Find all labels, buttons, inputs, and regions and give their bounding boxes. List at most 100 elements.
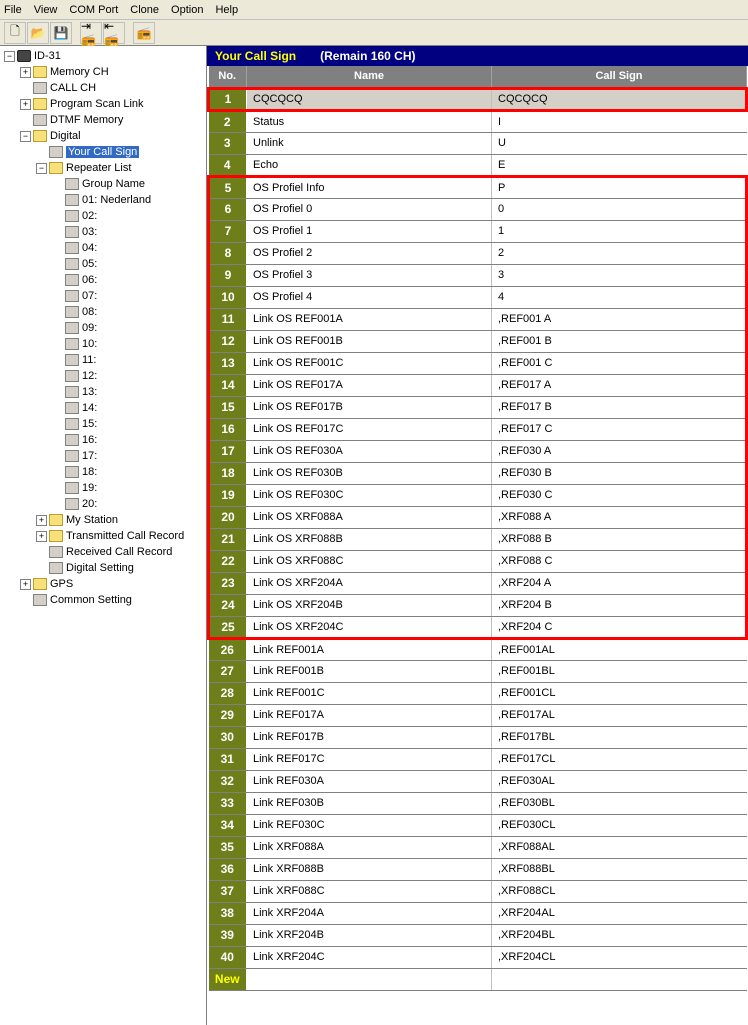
row-name[interactable]: Link REF030B [247, 792, 492, 814]
row-name[interactable]: Link REF001B [247, 660, 492, 682]
row-callsign[interactable]: ,REF017BL [492, 726, 747, 748]
row-callsign[interactable]: ,XRF204BL [492, 924, 747, 946]
row-name[interactable]: Link OS REF030B [247, 462, 492, 484]
table-row[interactable]: 15Link OS REF017B,REF017 B [209, 396, 747, 418]
row-callsign[interactable]: 1 [492, 220, 747, 242]
expander-icon[interactable]: + [36, 531, 47, 542]
table-row[interactable]: 21Link OS XRF088B,XRF088 B [209, 528, 747, 550]
row-callsign[interactable]: I [492, 110, 747, 132]
row-name[interactable]: Link XRF204C [247, 946, 492, 968]
table-row[interactable]: 8OS Profiel 22 [209, 242, 747, 264]
row-callsign[interactable]: ,REF001AL [492, 638, 747, 660]
row-callsign[interactable]: ,REF017CL [492, 748, 747, 770]
table-row[interactable]: 34Link REF030C,REF030CL [209, 814, 747, 836]
row-callsign[interactable]: ,XRF088 A [492, 506, 747, 528]
tree-item[interactable]: 12: [2, 368, 204, 384]
row-callsign[interactable]: ,XRF088 C [492, 550, 747, 572]
table-row[interactable]: 2StatusI [209, 110, 747, 132]
row-callsign[interactable]: ,REF001 B [492, 330, 747, 352]
table-row[interactable]: 40Link XRF204C,XRF204CL [209, 946, 747, 968]
tree-item[interactable]: +Transmitted Call Record [2, 528, 204, 544]
tree-item[interactable]: Common Setting [2, 592, 204, 608]
row-name[interactable]: Link XRF204A [247, 902, 492, 924]
row-callsign[interactable]: ,XRF204CL [492, 946, 747, 968]
menu-view[interactable]: View [34, 4, 58, 16]
tree-item[interactable]: −Repeater List [2, 160, 204, 176]
table-row[interactable]: 37Link XRF088C,XRF088CL [209, 880, 747, 902]
tree-item[interactable]: 08: [2, 304, 204, 320]
row-name[interactable]: CQCQCQ [247, 88, 492, 110]
row-name[interactable]: Link OS REF001C [247, 352, 492, 374]
row-callsign[interactable]: ,XRF088 B [492, 528, 747, 550]
table-row[interactable]: 10OS Profiel 44 [209, 286, 747, 308]
row-callsign[interactable]: ,XRF088CL [492, 880, 747, 902]
tree-item[interactable]: Your Call Sign [2, 144, 204, 160]
table-row[interactable]: 27Link REF001B,REF001BL [209, 660, 747, 682]
row-name[interactable]: Link OS REF017C [247, 418, 492, 440]
save-icon[interactable]: 💾 [50, 22, 72, 44]
row-name[interactable]: OS Profiel 1 [247, 220, 492, 242]
table-row[interactable]: 5OS Profiel InfoP [209, 176, 747, 198]
tree-item[interactable]: 19: [2, 480, 204, 496]
expander-icon[interactable]: + [36, 515, 47, 526]
table-row[interactable]: 19Link OS REF030C,REF030 C [209, 484, 747, 506]
row-name[interactable]: Echo [247, 154, 492, 176]
table-row[interactable]: 30Link REF017B,REF017BL [209, 726, 747, 748]
menu-com-port[interactable]: COM Port [69, 4, 118, 16]
row-name[interactable]: OS Profiel 0 [247, 198, 492, 220]
tree-item[interactable]: 05: [2, 256, 204, 272]
tree-item[interactable]: Group Name [2, 176, 204, 192]
expander-icon[interactable]: − [4, 51, 15, 62]
row-callsign[interactable]: ,XRF204 A [492, 572, 747, 594]
row-name[interactable]: Link OS XRF204B [247, 594, 492, 616]
expander-icon[interactable]: + [20, 579, 31, 590]
table-row[interactable]: 32Link REF030A,REF030AL [209, 770, 747, 792]
col-no[interactable]: No. [209, 66, 247, 88]
col-callsign[interactable]: Call Sign [492, 66, 747, 88]
table-row[interactable]: 7OS Profiel 11 [209, 220, 747, 242]
row-name[interactable]: Link OS XRF088A [247, 506, 492, 528]
row-name[interactable]: Unlink [247, 132, 492, 154]
table-row[interactable]: 24Link OS XRF204B,XRF204 B [209, 594, 747, 616]
open-icon[interactable]: 📂 [27, 22, 49, 44]
row-name[interactable]: Link XRF088C [247, 880, 492, 902]
row-name[interactable]: OS Profiel 2 [247, 242, 492, 264]
tree-item[interactable]: 07: [2, 288, 204, 304]
tree-item[interactable]: Digital Setting [2, 560, 204, 576]
tree-item[interactable]: DTMF Memory [2, 112, 204, 128]
row-name[interactable]: Link OS REF030C [247, 484, 492, 506]
row-callsign[interactable]: ,XRF088BL [492, 858, 747, 880]
row-name[interactable]: OS Profiel 4 [247, 286, 492, 308]
tree-item[interactable]: 18: [2, 464, 204, 480]
table-row[interactable]: 38Link XRF204A,XRF204AL [209, 902, 747, 924]
tree-item[interactable]: 17: [2, 448, 204, 464]
row-name[interactable]: Link OS REF017B [247, 396, 492, 418]
tree-item[interactable]: +Program Scan Link [2, 96, 204, 112]
expander-icon[interactable]: + [20, 67, 31, 78]
row-callsign[interactable]: 2 [492, 242, 747, 264]
tree-item[interactable]: 15: [2, 416, 204, 432]
row-name[interactable]: Link REF017A [247, 704, 492, 726]
table-row[interactable]: 26Link REF001A,REF001AL [209, 638, 747, 660]
table-row[interactable]: 17Link OS REF030A,REF030 A [209, 440, 747, 462]
menu-help[interactable]: Help [215, 4, 238, 16]
table-row[interactable]: 25Link OS XRF204C,XRF204 C [209, 616, 747, 638]
row-callsign[interactable]: ,REF030CL [492, 814, 747, 836]
row-name[interactable]: Link REF030A [247, 770, 492, 792]
row-name[interactable]: Link OS XRF204A [247, 572, 492, 594]
row-callsign[interactable]: CQCQCQ [492, 88, 747, 110]
row-name[interactable]: Link REF017C [247, 748, 492, 770]
new-row[interactable]: New [209, 968, 747, 990]
row-name[interactable]: Link OS REF030A [247, 440, 492, 462]
row-name[interactable]: Link REF030C [247, 814, 492, 836]
upload-icon[interactable]: ⇥📻 [80, 22, 102, 44]
menu-option[interactable]: Option [171, 4, 203, 16]
table-row[interactable]: 11Link OS REF001A,REF001 A [209, 308, 747, 330]
row-callsign[interactable]: ,REF001CL [492, 682, 747, 704]
row-callsign[interactable]: ,REF001 C [492, 352, 747, 374]
table-row[interactable]: 36Link XRF088B,XRF088BL [209, 858, 747, 880]
row-callsign[interactable]: 4 [492, 286, 747, 308]
tree-item[interactable]: 04: [2, 240, 204, 256]
row-name[interactable]: Link OS REF001A [247, 308, 492, 330]
row-callsign[interactable]: ,REF017 C [492, 418, 747, 440]
